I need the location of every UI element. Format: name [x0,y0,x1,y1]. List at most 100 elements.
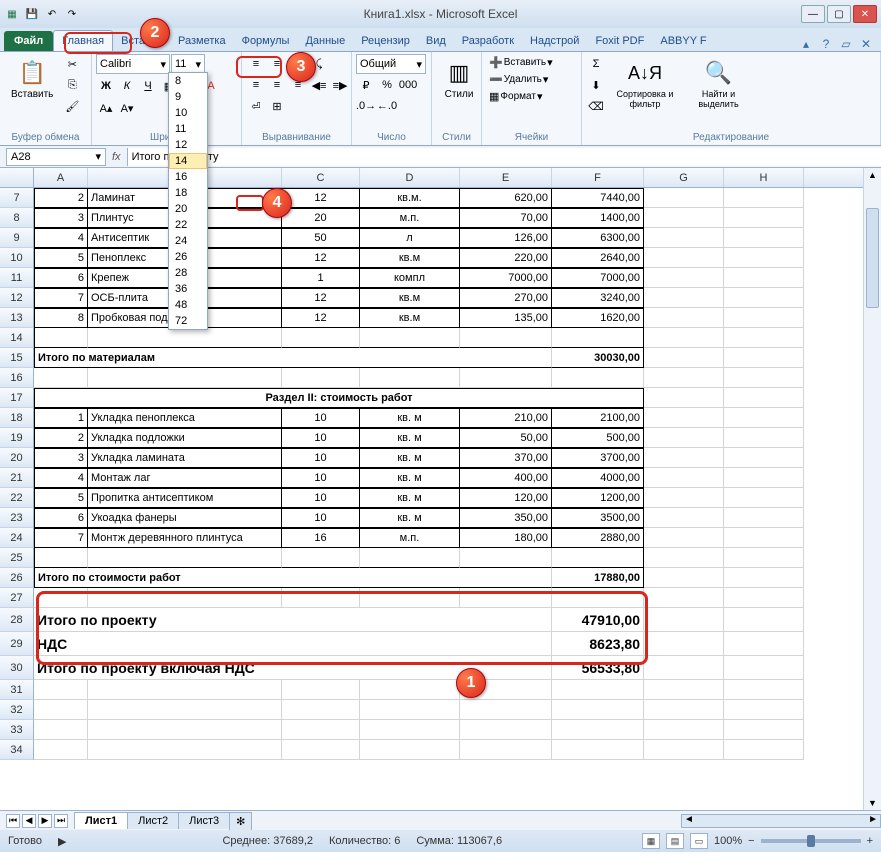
cell[interactable] [644,308,724,328]
view-normal-icon[interactable]: ▦ [642,833,660,849]
fill-icon[interactable]: ⬇ [586,75,606,95]
cell[interactable]: 120,00 [460,488,552,508]
align-center-icon[interactable]: ≡ [267,75,287,95]
cell[interactable]: 10 [282,408,360,428]
undo-icon[interactable]: ↶ [44,6,60,22]
cell[interactable] [724,740,804,760]
cell[interactable] [88,328,282,348]
cell[interactable]: 2640,00 [552,248,644,268]
find-select-button[interactable]: 🔍 Найти и выделить [684,54,753,112]
cell[interactable] [644,268,724,288]
select-all-button[interactable] [0,168,34,188]
font-size-option-22[interactable]: 22 [169,217,207,233]
scrollbar-thumb[interactable] [866,208,879,308]
column-headers[interactable]: ABCDEFGH [0,168,881,188]
clear-icon[interactable]: ⌫ [586,96,606,116]
row-header[interactable]: 15 [0,348,34,368]
cell[interactable] [34,720,88,740]
cell[interactable] [724,328,804,348]
format-painter-icon[interactable]: 🖌 [62,96,82,116]
cell[interactable] [360,368,460,388]
cell[interactable] [724,588,804,608]
cell[interactable] [724,188,804,208]
cell[interactable] [552,548,644,568]
cell[interactable]: 12 [282,188,360,208]
cell[interactable] [724,680,804,700]
cell[interactable] [644,208,724,228]
font-name-combo[interactable]: Calibri▾ [96,54,170,74]
cell[interactable] [724,468,804,488]
cell[interactable] [724,548,804,568]
cell[interactable]: Укладка подложки [88,428,282,448]
column-header-F[interactable]: F [552,168,644,187]
font-size-option-48[interactable]: 48 [169,297,207,313]
column-header-D[interactable]: D [360,168,460,187]
cell[interactable]: 370,00 [460,448,552,468]
font-size-option-72[interactable]: 72 [169,313,207,329]
tab-abbyy[interactable]: ABBYY F [652,31,714,51]
cell[interactable]: Итого по материалам [34,348,552,368]
row-header[interactable]: 11 [0,268,34,288]
cell[interactable]: 10 [282,468,360,488]
cell[interactable] [724,632,804,656]
cell[interactable]: 1 [282,268,360,288]
cell[interactable]: 2100,00 [552,408,644,428]
maximize-button[interactable]: ▢ [827,5,851,23]
sheet-nav-last[interactable]: ⏭ [54,814,68,828]
font-size-option-28[interactable]: 28 [169,265,207,281]
font-size-option-12[interactable]: 12 [169,137,207,153]
cell[interactable] [644,508,724,528]
cell[interactable] [644,608,724,632]
cell[interactable] [724,720,804,740]
cell[interactable] [724,656,804,680]
sheet-nav-next[interactable]: ▶ [38,814,52,828]
cell[interactable] [724,268,804,288]
font-size-dropdown[interactable]: 891011121416182022242628364872 [168,72,208,330]
cell[interactable]: 3 [34,208,88,228]
row-header[interactable]: 20 [0,448,34,468]
cell[interactable] [282,548,360,568]
sheet-tab-3[interactable]: Лист3 [178,812,230,829]
format-cells-button[interactable]: ▦Формат▾ [486,88,545,105]
cell[interactable] [724,248,804,268]
cell[interactable]: Монтж деревянного плинтуса [88,528,282,548]
cell[interactable] [644,720,724,740]
merge-icon[interactable]: ⊞ [267,96,287,116]
cell[interactable] [724,508,804,528]
cell[interactable]: 180,00 [460,528,552,548]
cell[interactable] [282,720,360,740]
sheet-tab-1[interactable]: Лист1 [74,812,128,829]
cell[interactable] [644,188,724,208]
minimize-button[interactable]: ― [801,5,825,23]
cell[interactable] [34,680,88,700]
close-button[interactable]: ✕ [853,5,877,23]
row-header[interactable]: 12 [0,288,34,308]
tab-view[interactable]: Вид [418,31,454,51]
cell[interactable]: 3240,00 [552,288,644,308]
align-middle-icon[interactable]: ≡ [267,54,287,74]
cell[interactable]: 7 [34,528,88,548]
sheet-nav-prev[interactable]: ◀ [22,814,36,828]
minimize-ribbon-icon[interactable]: ▴ [799,37,813,51]
name-box[interactable]: A28▾ [6,148,106,166]
row-header[interactable]: 25 [0,548,34,568]
percent-icon[interactable]: % [377,75,397,95]
cell[interactable]: 400,00 [460,468,552,488]
row-header[interactable]: 17 [0,388,34,408]
tab-addins[interactable]: Надстрой [522,31,587,51]
cell[interactable]: кв.м [360,308,460,328]
cell[interactable]: 8 [34,308,88,328]
indent-dec-icon[interactable]: ◀≡ [309,75,329,95]
cell[interactable]: компл [360,268,460,288]
underline-button[interactable]: Ч [138,76,158,96]
cell[interactable]: 4 [34,468,88,488]
cell[interactable] [360,720,460,740]
cell[interactable] [282,368,360,388]
comma-icon[interactable]: 000 [398,75,418,95]
cell[interactable] [34,588,88,608]
cell[interactable] [552,680,644,700]
cell[interactable] [724,408,804,428]
cell[interactable]: кв.м [360,288,460,308]
cell[interactable] [644,488,724,508]
cell[interactable]: 1200,00 [552,488,644,508]
